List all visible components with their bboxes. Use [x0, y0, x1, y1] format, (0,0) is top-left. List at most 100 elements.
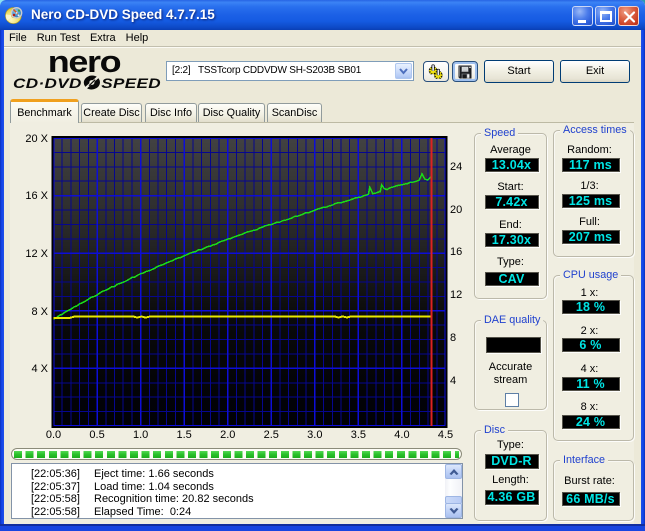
scrollbar-down-button[interactable]: [445, 503, 462, 518]
speed-value-display: 13.04x: [485, 158, 539, 172]
log-message: Elapsed Time: 0:24: [94, 506, 191, 519]
cpu-row-label: 8 x:: [550, 401, 629, 413]
window-border-right: [641, 30, 645, 524]
cpu-row-label: 2 x:: [550, 325, 629, 337]
menu-help[interactable]: Help: [121, 30, 154, 46]
title-bar: Nero CD-DVD Speed 4.7.7.15: [0, 0, 645, 30]
log-scrollbar[interactable]: [445, 464, 462, 518]
left-axis-tick-label: 12 X: [25, 248, 48, 260]
cpu-row-label: 4 x:: [550, 363, 629, 375]
x-axis-tick-label: 0.5: [89, 429, 104, 441]
cpu-value-display: 6 %: [562, 338, 620, 352]
logo-speed-text: SPEED: [101, 75, 161, 91]
log-timestamp: [22:05:36]: [31, 468, 80, 481]
nero-logo: nero CD·DVD SPEED: [14, 52, 160, 90]
group-title: Speed: [481, 126, 518, 140]
log-timestamp: [22:05:37]: [31, 481, 80, 494]
log-message: Recognition time: 20.82 seconds: [94, 493, 254, 506]
x-axis-tick-label: 2.0: [220, 429, 235, 441]
access-row-label: 1/3:: [550, 180, 629, 192]
window-border-bottom: [0, 524, 645, 531]
logo-cddvd-text: CD·DVD: [13, 75, 82, 91]
log-timestamp: [22:05:58]: [31, 493, 80, 506]
x-axis-tick-label: 1.5: [177, 429, 192, 441]
log-timestamp: [22:05:58]: [31, 506, 80, 519]
group-title: Disc: [481, 423, 508, 437]
disc-value-display: DVD-R: [485, 454, 539, 469]
gears-icon: [428, 63, 445, 80]
log-message: Load time: 1.04 seconds: [94, 481, 214, 494]
right-axis-tick-label: 4: [450, 375, 456, 387]
interface-value-display: 66 MB/s: [562, 492, 620, 506]
tab-benchmark[interactable]: Benchmark: [10, 99, 79, 123]
left-axis-tick-label: 20 X: [25, 133, 48, 145]
progress-bar: [11, 448, 462, 460]
scrollbar-up-button[interactable]: [445, 464, 462, 479]
drive-selector-value: [2:2] TSSTcorp CDDVDW SH-S203B SB01: [172, 62, 361, 80]
log-line: [22:05:58] Recognition time: 20.82 second…: [12, 493, 462, 506]
speed-group: SpeedAverage13.04xStart:7.42xEnd:17.30xT…: [474, 133, 547, 299]
nero-logo-text: nero: [45, 49, 124, 75]
floppy-disk-icon: [458, 65, 472, 79]
access-value-display: 207 ms: [562, 230, 620, 244]
log-line: [22:05:37] Load time: 1.04 seconds: [12, 481, 462, 494]
right-axis-tick-label: 16: [450, 246, 462, 258]
interface-group: InterfaceBurst rate:66 MB/s: [553, 460, 634, 521]
cdvd-speed-logo-text: CD·DVD SPEED: [0, 75, 176, 91]
log-message: Eject time: 1.66 seconds: [94, 468, 214, 481]
left-axis-tick-label: 8 X: [31, 306, 48, 318]
disc-row-label: Length:: [475, 474, 546, 486]
combo-dropdown-button[interactable]: [395, 63, 412, 79]
left-axis-tick-label: 16 X: [25, 190, 48, 202]
right-axis-tick-label: 24: [450, 161, 462, 173]
window-title: Nero CD-DVD Speed 4.7.7.15: [31, 0, 215, 29]
speed-row-label: Average: [475, 144, 546, 156]
save-button[interactable]: [452, 61, 478, 82]
right-axis-tick-label: 8: [450, 332, 456, 344]
access-value-display: 117 ms: [562, 158, 620, 172]
group-title: DAE quality: [481, 313, 543, 327]
close-button[interactable]: [618, 6, 639, 26]
group-title: CPU usage: [560, 268, 621, 282]
drive-selector-combobox[interactable]: [2:2] TSSTcorp CDDVDW SH-S203B SB01: [166, 61, 414, 81]
options-button[interactable]: [423, 61, 449, 82]
cpu-usage-group: CPU usage1 x:18 %2 x:6 %4 x:11 %8 x:24 %: [553, 275, 634, 441]
access-row-label: Random:: [550, 144, 629, 156]
menu-file[interactable]: File: [4, 30, 32, 46]
log-listbox[interactable]: [22:05:36]Eject time: 1.66 seconds[22:05…: [11, 463, 463, 519]
x-axis-tick-label: 4.0: [394, 429, 409, 441]
disc-group: DiscType:DVD-RLength:4.36 GB: [474, 430, 547, 521]
dae-quality-value-box: [486, 337, 541, 353]
tab-disc-info[interactable]: Disc Info: [145, 103, 197, 122]
interface-row-label: Burst rate:: [550, 475, 629, 487]
accurate-stream-label: Accuratestream: [475, 361, 546, 387]
app-window: Nero CD-DVD Speed 4.7.7.15 FileRun TestE…: [0, 0, 645, 531]
access-row-label: Full:: [550, 216, 629, 228]
speed-row-label: Start:: [475, 181, 546, 193]
accurate-stream-checkbox[interactable]: [505, 393, 519, 407]
x-axis-tick-label: 0.0: [46, 429, 61, 441]
exit-button[interactable]: Exit: [560, 60, 630, 83]
speed-row-label: End:: [475, 219, 546, 231]
start-button[interactable]: Start: [484, 60, 554, 83]
minimize-button[interactable]: [572, 6, 593, 26]
maximize-button[interactable]: [595, 6, 616, 26]
tab-disc-quality[interactable]: Disc Quality: [198, 103, 265, 122]
cpu-row-label: 1 x:: [550, 287, 629, 299]
x-axis-tick-label: 3.0: [307, 429, 322, 441]
x-axis-tick-label: 3.5: [351, 429, 366, 441]
disc-value-display: 4.36 GB: [485, 490, 539, 505]
speed-value-display: 7.42x: [485, 195, 539, 209]
group-title: Interface: [560, 453, 608, 467]
left-axis-tick-label: 4 X: [31, 363, 48, 375]
cpu-value-display: 24 %: [562, 415, 620, 429]
speed-row-label: Type:: [475, 256, 546, 268]
progress-bar-fill: [14, 451, 459, 458]
tab-scandisc[interactable]: ScanDisc: [267, 103, 322, 122]
scroll-down-arrow-icon: [449, 508, 458, 514]
tab-create-disc[interactable]: Create Disc: [81, 103, 142, 122]
access-times-group: Access timesRandom:117 ms1/3:125 msFull:…: [553, 130, 634, 257]
right-axis-tick-label: 20: [450, 204, 462, 216]
dae-quality-group: DAE quality Accuratestream: [474, 320, 547, 410]
app-icon: [5, 6, 23, 24]
